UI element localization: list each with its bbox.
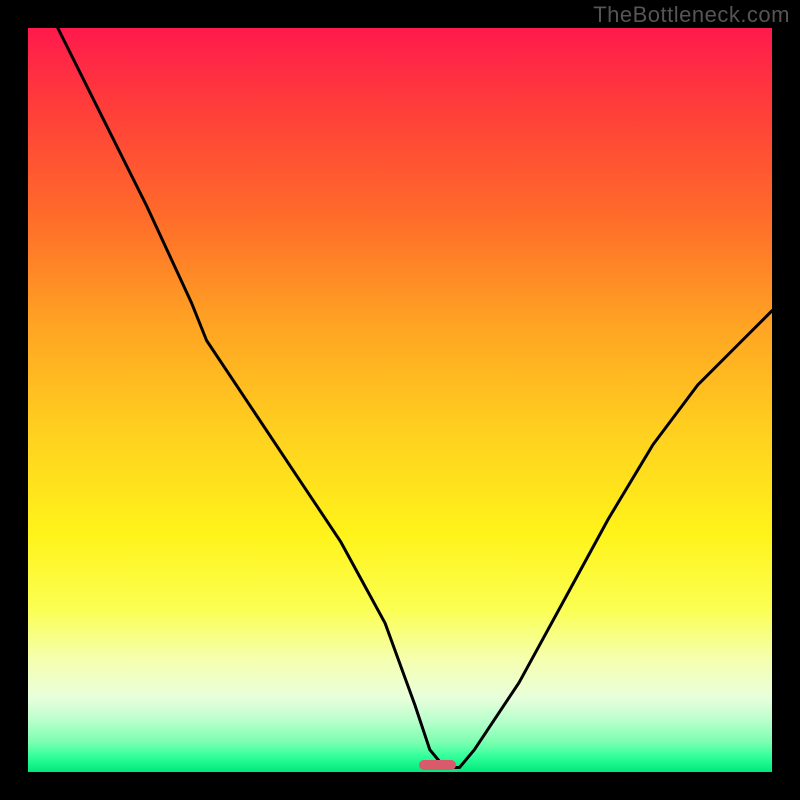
bottleneck-curve — [28, 28, 772, 772]
plot-area — [28, 28, 772, 772]
chart-container: TheBottleneck.com — [0, 0, 800, 800]
optimum-marker — [419, 760, 456, 770]
watermark-label: TheBottleneck.com — [593, 2, 790, 28]
